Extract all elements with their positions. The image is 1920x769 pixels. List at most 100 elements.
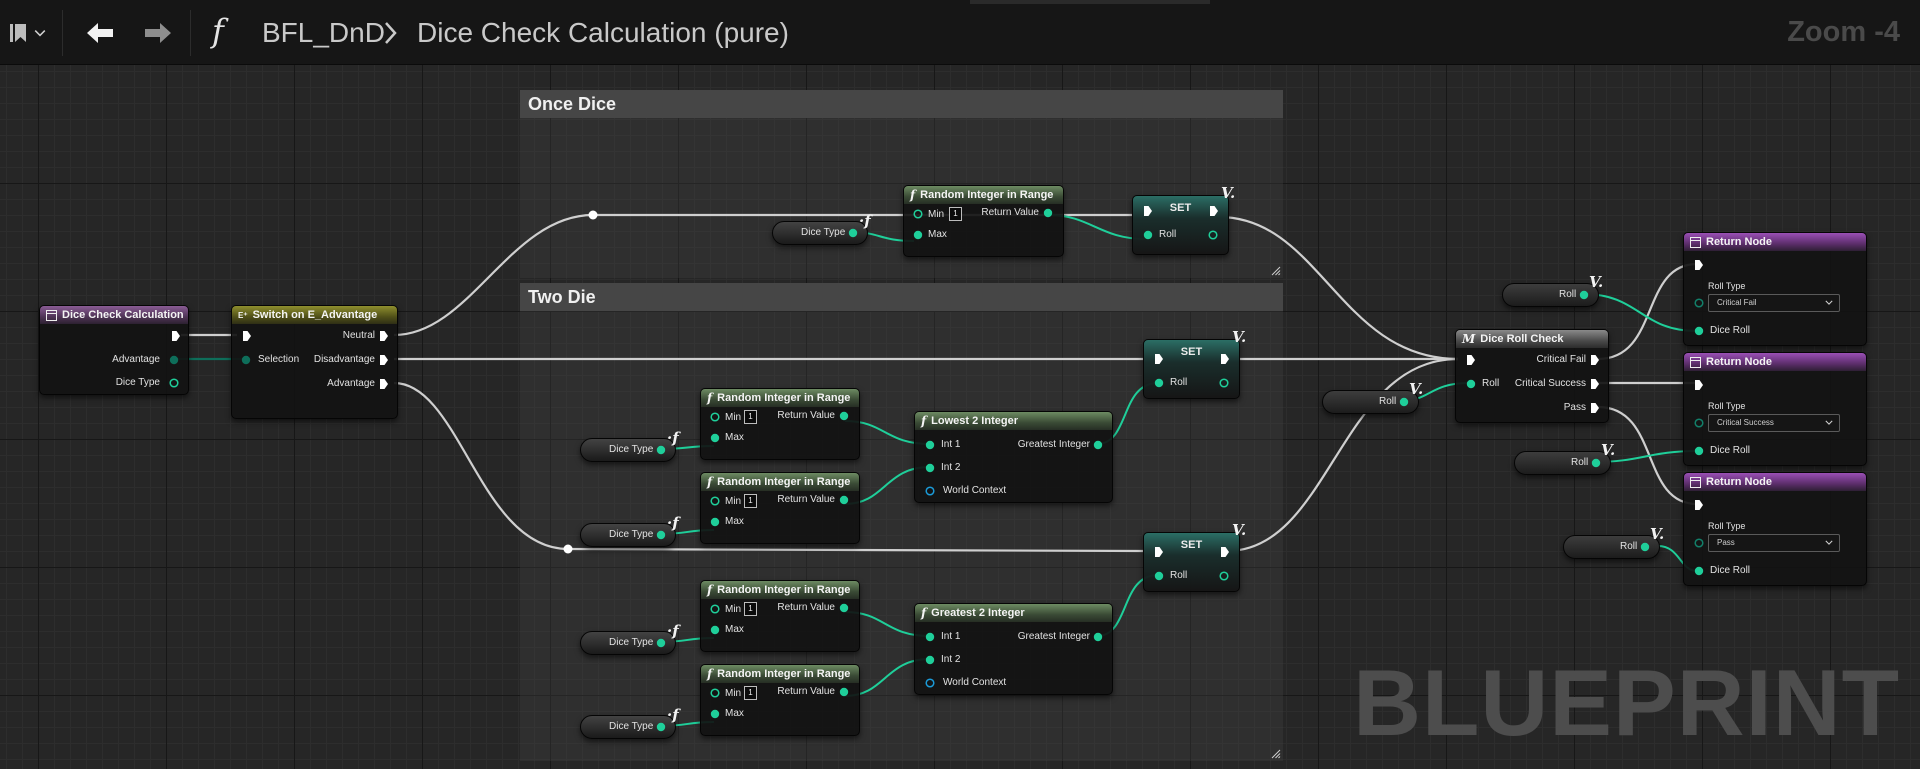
random-integer-in-range-node[interactable]: f Random Integer in Range Min 1 Max Retur…	[700, 388, 860, 460]
pass-exec-pin[interactable]	[1590, 402, 1600, 414]
min-value-input[interactable]: 1	[949, 207, 962, 221]
advantage-pin[interactable]	[168, 354, 180, 366]
return-node-pass[interactable]: Return Node Roll Type Pass Dice Roll	[1683, 472, 1867, 586]
bookmark-button[interactable]	[6, 18, 50, 48]
greatest-integer-out-pin[interactable]	[1092, 631, 1104, 643]
return-value-pin[interactable]	[838, 686, 850, 698]
switch-on-e-advantage-node[interactable]: E⁺ Switch on E_Advantage Selection Neutra…	[231, 305, 398, 419]
forward-button[interactable]	[138, 18, 178, 48]
min-value-input[interactable]: 1	[744, 410, 757, 424]
selection-pin[interactable]	[240, 354, 252, 366]
dice-type-getter[interactable]: Dice Type ·f	[772, 212, 871, 245]
roll-type-pin[interactable]	[1693, 537, 1705, 549]
min-value-input[interactable]: 1	[744, 602, 757, 616]
return-value-pin[interactable]	[838, 410, 850, 422]
exec-out-pin[interactable]	[1220, 546, 1230, 558]
min-pin[interactable]	[709, 603, 721, 615]
dice-type-getter[interactable]: Dice Type ·f	[580, 622, 679, 655]
int-1-pin[interactable]	[924, 631, 936, 643]
min-value-input[interactable]: 1	[744, 686, 757, 700]
min-pin[interactable]	[709, 495, 721, 507]
neutral-exec-pin[interactable]	[379, 330, 389, 342]
roll-getter[interactable]: Roll V.	[1514, 441, 1615, 475]
dice-type-getter[interactable]: Dice Type ·f	[580, 429, 679, 462]
exec-in-pin[interactable]	[1694, 259, 1704, 271]
dice-type-pin[interactable]	[168, 377, 180, 389]
random-integer-in-range-node[interactable]: f Random Integer in Range Min 1 Max Retur…	[903, 185, 1064, 257]
random-integer-in-range-node[interactable]: f Random Integer in Range Min 1 Max Retur…	[700, 580, 860, 652]
dice-roll-pin[interactable]	[1693, 325, 1705, 337]
roll-type-pin[interactable]	[1693, 297, 1705, 309]
random-integer-in-range-node[interactable]: f Random Integer in Range Min 1 Max Retur…	[700, 472, 860, 544]
roll-type-dropdown[interactable]: Pass	[1708, 534, 1840, 552]
roll-out-pin[interactable]	[1207, 229, 1219, 241]
reroute-node[interactable]	[588, 210, 598, 220]
greatest-integer-out-pin[interactable]	[1092, 439, 1104, 451]
dice-type-out-pin[interactable]	[655, 444, 667, 456]
breadcrumb-function[interactable]: Dice Check Calculation (pure)	[417, 17, 789, 49]
dice-type-getter[interactable]: Dice Type ·f	[580, 706, 679, 739]
breadcrumb-asset[interactable]: BFL_DnD	[262, 17, 385, 49]
exec-in-pin[interactable]	[1154, 546, 1164, 558]
int-1-pin[interactable]	[924, 439, 936, 451]
reroute-node[interactable]	[563, 544, 573, 554]
roll-out-pin[interactable]	[1218, 377, 1230, 389]
min-pin[interactable]	[709, 687, 721, 699]
return-node-critical-fail[interactable]: Return Node Roll Type Critical Fail Dice…	[1683, 232, 1867, 346]
min-pin[interactable]	[912, 208, 924, 220]
max-pin[interactable]	[709, 624, 721, 636]
critical-success-exec-pin[interactable]	[1590, 378, 1600, 390]
dice-type-out-pin[interactable]	[655, 529, 667, 541]
entry-node-dice-check-calculation[interactable]: Dice Check Calculation Advantage Dice Ty…	[39, 305, 189, 395]
exec-in-pin[interactable]	[1154, 353, 1164, 365]
int-2-pin[interactable]	[924, 654, 936, 666]
roll-type-dropdown[interactable]: Critical Fail	[1708, 294, 1840, 312]
exec-in-pin[interactable]	[242, 330, 252, 342]
exec-out-pin[interactable]	[171, 330, 181, 342]
lowest-2-integer-node[interactable]: f Lowest 2 Integer Int 1 Int 2 World Cont…	[914, 411, 1113, 503]
dice-type-out-pin[interactable]	[847, 227, 859, 239]
max-pin[interactable]	[709, 432, 721, 444]
min-value-input[interactable]: 1	[744, 494, 757, 508]
roll-in-pin[interactable]	[1153, 570, 1165, 582]
dice-roll-pin[interactable]	[1693, 565, 1705, 577]
return-value-pin[interactable]	[838, 494, 850, 506]
roll-in-pin[interactable]	[1153, 377, 1165, 389]
max-pin[interactable]	[912, 229, 924, 241]
roll-out-pin[interactable]	[1218, 570, 1230, 582]
critical-fail-exec-pin[interactable]	[1590, 354, 1600, 366]
random-integer-in-range-node[interactable]: f Random Integer in Range Min 1 Max Retur…	[700, 664, 860, 736]
dice-type-getter[interactable]: Dice Type ·f	[580, 514, 679, 547]
exec-in-pin[interactable]	[1466, 354, 1476, 366]
min-pin[interactable]	[709, 411, 721, 423]
roll-getter[interactable]: Roll V.	[1563, 525, 1664, 559]
return-value-pin[interactable]	[838, 602, 850, 614]
roll-type-pin[interactable]	[1693, 417, 1705, 429]
roll-getter[interactable]: Roll V.	[1502, 273, 1603, 307]
exec-out-pin[interactable]	[1220, 353, 1230, 365]
dice-roll-check-macro-node[interactable]: M Dice Roll Check Roll Critical Fail Crit…	[1455, 329, 1609, 423]
exec-in-pin[interactable]	[1694, 379, 1704, 391]
dice-roll-pin[interactable]	[1693, 445, 1705, 457]
int-2-pin[interactable]	[924, 462, 936, 474]
world-context-pin[interactable]	[924, 485, 936, 497]
max-pin[interactable]	[709, 708, 721, 720]
max-pin[interactable]	[709, 516, 721, 528]
roll-in-pin[interactable]	[1142, 229, 1154, 241]
roll-getter[interactable]: Roll V.	[1322, 380, 1423, 414]
exec-in-pin[interactable]	[1143, 205, 1153, 217]
advantage-exec-pin[interactable]	[379, 378, 389, 390]
roll-in-pin[interactable]	[1465, 378, 1477, 390]
graph-canvas[interactable]: Once Dice Two Die Dice Check Calculation…	[0, 65, 1920, 769]
disadvantage-exec-pin[interactable]	[379, 354, 389, 366]
return-node-critical-success[interactable]: Return Node Roll Type Critical Success D…	[1683, 352, 1867, 466]
greatest-2-integer-node[interactable]: f Greatest 2 Integer Int 1 Int 2 World Co…	[914, 603, 1113, 695]
return-value-pin[interactable]	[1042, 207, 1054, 219]
dice-type-out-pin[interactable]	[655, 637, 667, 649]
exec-out-pin[interactable]	[1209, 205, 1219, 217]
back-button[interactable]	[80, 18, 120, 48]
set-roll-node[interactable]: SET Roll V.	[1143, 521, 1246, 592]
set-roll-node[interactable]: SET Roll V.	[1132, 184, 1235, 255]
set-roll-node[interactable]: SET Roll V.	[1143, 328, 1246, 399]
dice-type-out-pin[interactable]	[655, 721, 667, 733]
